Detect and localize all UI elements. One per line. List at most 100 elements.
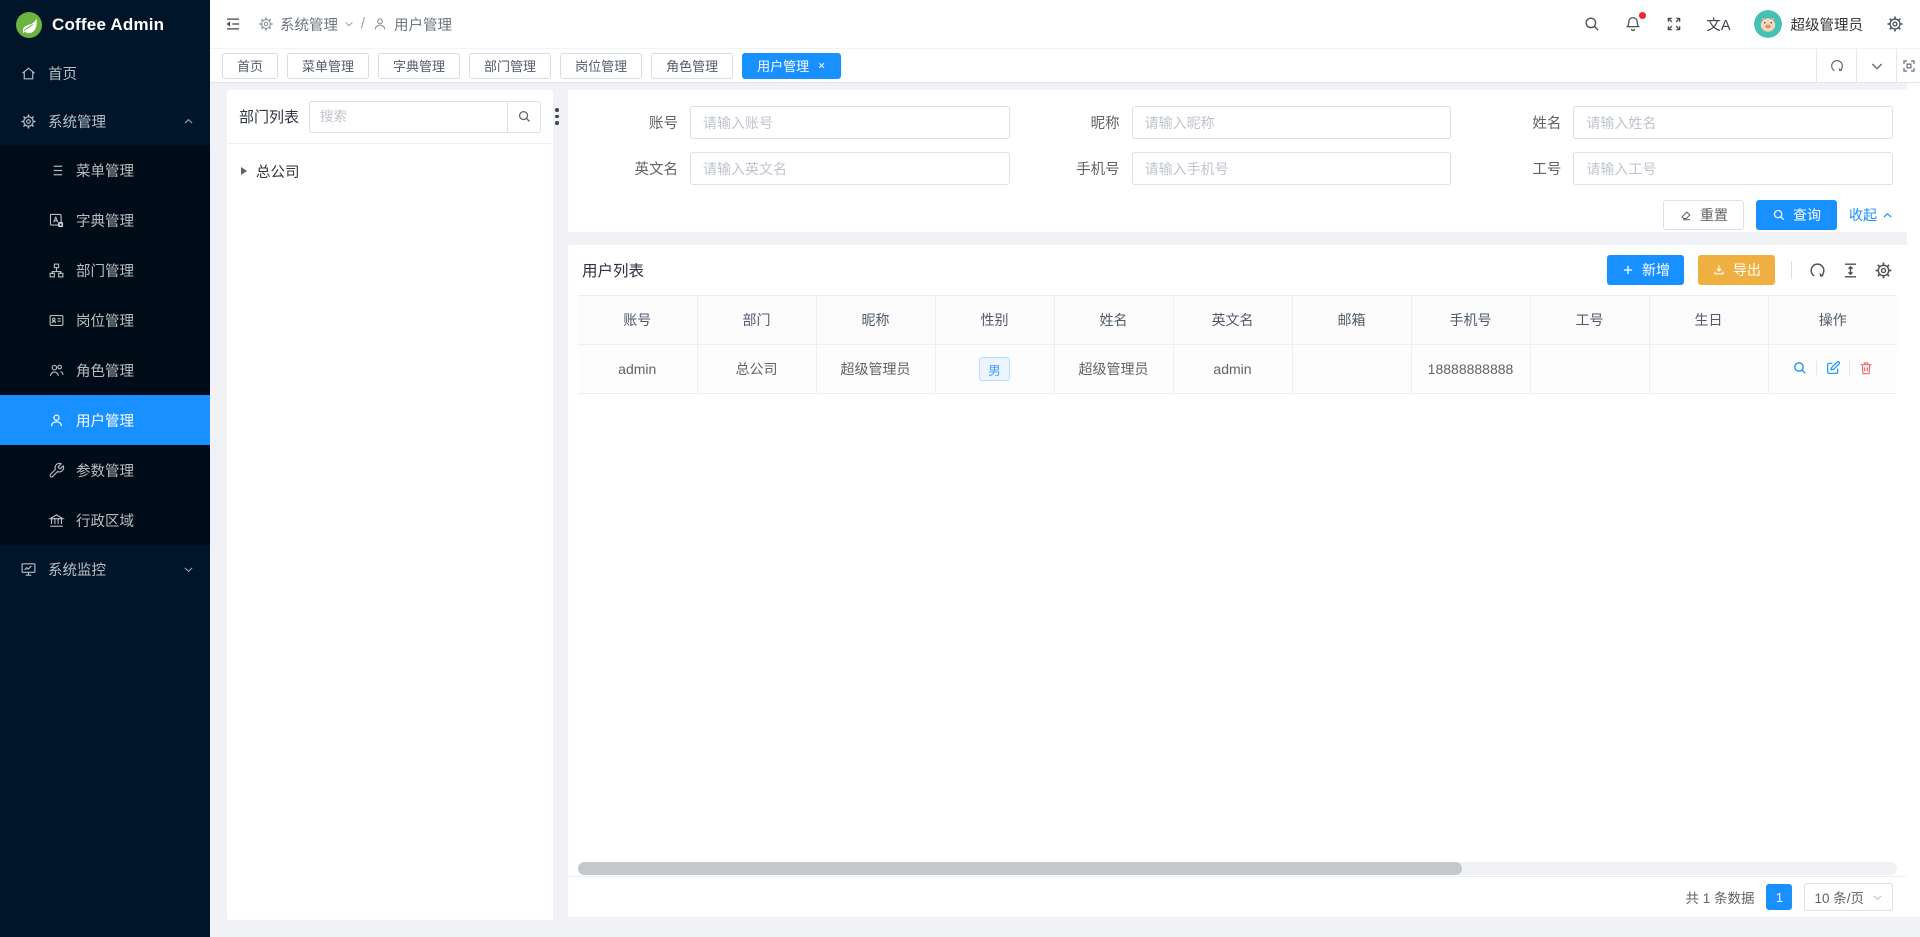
- plus-icon: [1621, 263, 1635, 277]
- app-root: Coffee Admin 首页 系统管理 菜单管理: [0, 0, 1920, 937]
- sidebar-item-user-mgmt[interactable]: 用户管理: [0, 395, 210, 445]
- tab-user-mgmt[interactable]: 用户管理: [742, 53, 841, 79]
- breadcrumb-user-mgmt[interactable]: 用户管理: [372, 14, 452, 35]
- table-row: admin 总公司 超级管理员 男 超级管理员 admin 1888888888…: [578, 345, 1897, 394]
- page-1-button[interactable]: 1: [1766, 884, 1792, 910]
- cell-name: 超级管理员: [1054, 345, 1173, 394]
- sidebar-item-label: 首页: [48, 63, 77, 84]
- brand-name: Coffee Admin: [52, 15, 164, 35]
- field-label: 姓名: [1451, 112, 1573, 133]
- translate-icon[interactable]: 文A: [1706, 14, 1730, 35]
- name-input[interactable]: [1573, 106, 1893, 139]
- field-label: 手机号: [1010, 158, 1132, 179]
- reset-button[interactable]: 重置: [1663, 200, 1744, 230]
- phone-input[interactable]: [1132, 152, 1452, 185]
- maximize-icon[interactable]: [1896, 49, 1920, 83]
- col-job-number: 工号: [1530, 296, 1649, 345]
- export-button[interactable]: 导出: [1698, 255, 1775, 285]
- tab-menu-mgmt[interactable]: 菜单管理: [287, 53, 369, 79]
- cell-gender: 男: [935, 345, 1054, 394]
- row-height-icon[interactable]: [1841, 261, 1860, 280]
- column-settings-gear-icon[interactable]: [1874, 261, 1893, 280]
- tab-dict-mgmt[interactable]: 字典管理: [378, 53, 460, 79]
- horizontal-scrollbar-track: [578, 862, 1897, 875]
- spring-leaf-icon: [16, 12, 42, 38]
- tab-post-mgmt[interactable]: 岗位管理: [560, 53, 642, 79]
- tree-node-head-office[interactable]: 总公司: [241, 156, 539, 186]
- kebab-menu-icon[interactable]: [551, 104, 563, 129]
- add-button[interactable]: 新增: [1607, 255, 1684, 285]
- divider: [1816, 361, 1817, 375]
- dept-search: [309, 101, 541, 133]
- sidebar-item-home[interactable]: 首页: [0, 49, 210, 97]
- sidebar-item-dept-mgmt[interactable]: 部门管理: [0, 245, 210, 295]
- sidebar-item-menu-mgmt[interactable]: 菜单管理: [0, 145, 210, 195]
- search-icon: [1772, 208, 1786, 222]
- cell-actions: [1768, 345, 1897, 394]
- breadcrumb-parent-label: 系统管理: [280, 14, 338, 35]
- tab-role-mgmt[interactable]: 角色管理: [651, 53, 733, 79]
- view-detail-icon[interactable]: [1792, 360, 1808, 376]
- sidebar-item-label: 部门管理: [76, 260, 134, 281]
- collapse-link[interactable]: 收起: [1849, 205, 1893, 225]
- user-menu[interactable]: 超级管理员: [1754, 10, 1864, 38]
- breadcrumb-system-mgmt[interactable]: 系统管理: [258, 14, 354, 35]
- tab-controls: [1816, 49, 1920, 83]
- tab-home[interactable]: 首页: [222, 53, 278, 79]
- field-phone: 手机号: [1010, 152, 1452, 185]
- table-toolbar: 新增 导出: [1607, 255, 1893, 285]
- horizontal-scrollbar-thumb[interactable]: [578, 862, 1462, 875]
- tab-dept-mgmt[interactable]: 部门管理: [469, 53, 551, 79]
- fullscreen-icon[interactable]: [1665, 15, 1683, 33]
- brand-logo[interactable]: Coffee Admin: [0, 0, 210, 49]
- dept-search-input[interactable]: [309, 101, 507, 133]
- pagination: 共 1 条数据 1 10 条/页: [568, 876, 1907, 917]
- download-icon: [1712, 263, 1726, 277]
- account-input[interactable]: [690, 106, 1010, 139]
- sidebar-item-admin-region[interactable]: 行政区域: [0, 495, 210, 545]
- monitor-icon: [20, 561, 37, 578]
- sidebar-item-dict-mgmt[interactable]: 字典管理: [0, 195, 210, 245]
- refresh-icon[interactable]: [1816, 49, 1856, 83]
- top-header: 系统管理 / 用户管理: [210, 0, 1920, 49]
- refresh-icon[interactable]: [1808, 261, 1827, 280]
- chevron-up-icon: [183, 116, 194, 127]
- sidebar-item-system-monitor[interactable]: 系统监控: [0, 545, 210, 593]
- english-name-input[interactable]: [690, 152, 1010, 185]
- dept-panel-title: 部门列表: [239, 106, 299, 127]
- user-table-card: 用户列表 新增 导出: [568, 245, 1907, 917]
- sidebar-item-label: 参数管理: [76, 460, 134, 481]
- cell-email: [1292, 345, 1411, 394]
- chevron-down-icon[interactable]: [1856, 49, 1896, 83]
- field-label: 昵称: [1010, 112, 1132, 133]
- query-button[interactable]: 查询: [1756, 200, 1837, 230]
- field-account: 账号: [568, 106, 1010, 139]
- field-label: 账号: [568, 112, 690, 133]
- menu-fold-icon[interactable]: [224, 15, 242, 33]
- delete-icon[interactable]: [1858, 360, 1874, 376]
- sidebar-item-system-mgmt[interactable]: 系统管理: [0, 97, 210, 145]
- breadcrumb-separator: /: [361, 16, 365, 32]
- settings-gear-icon[interactable]: [1886, 15, 1904, 33]
- sidebar-item-label: 菜单管理: [76, 160, 134, 181]
- avatar: [1754, 10, 1782, 38]
- sidebar-item-post-mgmt[interactable]: 岗位管理: [0, 295, 210, 345]
- sidebar-item-role-mgmt[interactable]: 角色管理: [0, 345, 210, 395]
- cell-birthday: [1649, 345, 1768, 394]
- cell-nickname: 超级管理员: [816, 345, 935, 394]
- sidebar-submenu-system: 菜单管理 字典管理 部门管理 岗位管理: [0, 145, 210, 545]
- dept-search-button[interactable]: [507, 101, 541, 133]
- nickname-input[interactable]: [1132, 106, 1452, 139]
- col-dept: 部门: [697, 296, 816, 345]
- page-size-select[interactable]: 10 条/页: [1804, 883, 1893, 911]
- edit-icon[interactable]: [1825, 360, 1841, 376]
- divider: [1791, 261, 1792, 279]
- sidebar: Coffee Admin 首页 系统管理 菜单管理: [0, 0, 210, 937]
- notification-bell-icon[interactable]: [1624, 15, 1642, 33]
- sidebar-item-param-mgmt[interactable]: 参数管理: [0, 445, 210, 495]
- header-actions: 文A 超级管理员: [1583, 10, 1904, 38]
- right-rail: [1907, 83, 1920, 917]
- close-icon[interactable]: [817, 61, 826, 70]
- job-number-input[interactable]: [1573, 152, 1893, 185]
- search-icon[interactable]: [1583, 15, 1601, 33]
